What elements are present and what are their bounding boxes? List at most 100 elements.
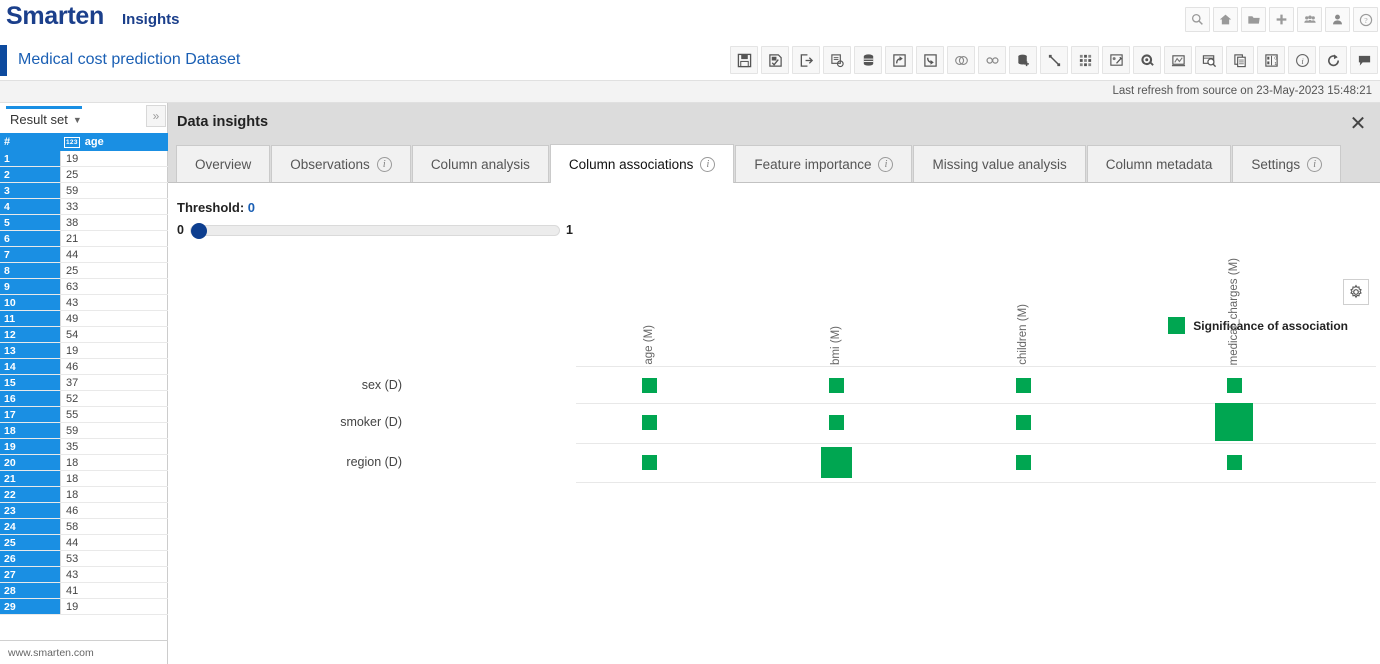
info-icon[interactable]: i — [376, 156, 392, 172]
save-as-icon[interactable] — [761, 46, 789, 74]
table-row[interactable]: 25 44 — [0, 535, 168, 551]
drill-down-icon[interactable] — [916, 46, 944, 74]
app-logo: Smarten — [6, 2, 104, 30]
print-preview-icon[interactable] — [823, 46, 851, 74]
tab-column-analysis[interactable]: Column analysis — [411, 145, 549, 182]
cell-age: 33 — [60, 199, 168, 214]
table-row[interactable]: 7 44 — [0, 247, 168, 263]
expand-panel-button[interactable]: » — [146, 105, 166, 127]
table-row[interactable]: 20 18 — [0, 455, 168, 471]
user-icon[interactable] — [1325, 7, 1350, 32]
table-row[interactable]: 10 43 — [0, 295, 168, 311]
table-row[interactable]: 18 59 — [0, 423, 168, 439]
copy-icon[interactable] — [1226, 46, 1254, 74]
tab-column-associations[interactable]: Column associations i — [549, 144, 735, 183]
table-row[interactable]: 16 52 — [0, 391, 168, 407]
info-icon[interactable]: i — [878, 156, 894, 172]
matrix-cell[interactable] — [1215, 403, 1253, 441]
matrix-cell[interactable] — [641, 377, 657, 393]
table-row[interactable]: 28 41 — [0, 583, 168, 599]
info-icon[interactable]: i — [1288, 46, 1316, 74]
matrix-cell[interactable] — [1015, 377, 1031, 393]
table-row[interactable]: 2 25 — [0, 167, 168, 183]
table-row[interactable]: 1 19 — [0, 151, 168, 167]
tab-column-metadata[interactable]: Column metadata — [1086, 145, 1232, 182]
help-icon[interactable]: ? — [1353, 7, 1378, 32]
inspect-data-icon[interactable] — [1195, 46, 1223, 74]
info-icon[interactable]: i — [700, 156, 716, 172]
column-header-age[interactable]: 123 age — [60, 133, 168, 151]
table-row[interactable]: 4 33 — [0, 199, 168, 215]
edit-chart-icon[interactable] — [1102, 46, 1130, 74]
chevron-down-icon: ▼ — [72, 114, 82, 125]
comment-icon[interactable] — [1350, 46, 1378, 74]
table-row[interactable]: 12 54 — [0, 327, 168, 343]
matrix-cell[interactable] — [1226, 454, 1242, 470]
home-icon[interactable] — [1213, 7, 1238, 32]
tab-overview[interactable]: Overview — [176, 145, 271, 182]
tab-feature-importance[interactable]: Feature importance i — [735, 145, 913, 182]
data-source-icon[interactable] — [854, 46, 882, 74]
add-dataset-icon[interactable] — [1009, 46, 1037, 74]
matrix-cell[interactable] — [828, 377, 844, 393]
save-icon[interactable] — [730, 46, 758, 74]
refresh-icon[interactable] — [1319, 46, 1347, 74]
dataset-title-bar: Medical cost prediction Dataset 01 i — [0, 40, 1380, 81]
export-icon[interactable] — [792, 46, 820, 74]
folder-icon[interactable] — [1241, 7, 1266, 32]
grid-icon[interactable] — [1071, 46, 1099, 74]
result-set-tab[interactable]: Result set ▼ — [6, 106, 82, 130]
tab-settings[interactable]: Settings i — [1232, 145, 1342, 182]
infinity-icon[interactable] — [978, 46, 1006, 74]
table-row[interactable]: 19 35 — [0, 439, 168, 455]
table-row[interactable]: 22 18 — [0, 487, 168, 503]
matrix-cell[interactable] — [828, 414, 844, 430]
tab-missing-value-analysis[interactable]: Missing value analysis — [913, 145, 1086, 182]
chart-image-icon[interactable] — [1164, 46, 1192, 74]
matrix-cell[interactable] — [820, 446, 852, 478]
cell-age: 25 — [60, 167, 168, 182]
settings-gear-icon[interactable] — [1133, 46, 1161, 74]
plus-icon[interactable] — [1269, 7, 1294, 32]
row-index: 22 — [0, 487, 60, 502]
table-row[interactable]: 17 55 — [0, 407, 168, 423]
tab-label: Overview — [195, 156, 252, 172]
table-row[interactable]: 6 21 — [0, 231, 168, 247]
table-row[interactable]: 24 58 — [0, 519, 168, 535]
table-row[interactable]: 5 38 — [0, 215, 168, 231]
search-icon[interactable] — [1185, 7, 1210, 32]
close-icon[interactable]: ✕ — [1346, 111, 1370, 135]
tab-observations[interactable]: Observations i — [271, 145, 411, 182]
tab-label: Column metadata — [1105, 156, 1213, 172]
matrix-gridline — [576, 403, 1376, 404]
matrix-column-label: medical_charges (M) — [1228, 257, 1240, 365]
matrix-cell[interactable] — [1015, 454, 1031, 470]
matrix-cell[interactable] — [641, 454, 657, 470]
table-row[interactable]: 27 43 — [0, 567, 168, 583]
matrix-cell[interactable] — [1226, 377, 1242, 393]
table-row[interactable]: 9 63 — [0, 279, 168, 295]
row-index: 19 — [0, 439, 60, 454]
info-icon[interactable]: i — [1307, 156, 1323, 172]
table-row[interactable]: 21 18 — [0, 471, 168, 487]
table-row[interactable]: 26 53 — [0, 551, 168, 567]
table-row[interactable]: 14 46 — [0, 359, 168, 375]
cell-age: 21 — [60, 231, 168, 246]
group-icon[interactable] — [1297, 7, 1322, 32]
cell-age: 49 — [60, 311, 168, 326]
matrix-cell[interactable] — [641, 414, 657, 430]
column-props-icon[interactable]: 01 — [1257, 46, 1285, 74]
table-row[interactable]: 11 49 — [0, 311, 168, 327]
table-row[interactable]: 15 37 — [0, 375, 168, 391]
table-row[interactable]: 13 19 — [0, 343, 168, 359]
drill-up-icon[interactable] — [885, 46, 913, 74]
table-row[interactable]: 29 19 — [0, 599, 168, 615]
link-icon[interactable] — [1040, 46, 1068, 74]
row-index: 25 — [0, 535, 60, 550]
overlap-icon[interactable] — [947, 46, 975, 74]
cell-age: 52 — [60, 391, 168, 406]
table-row[interactable]: 23 46 — [0, 503, 168, 519]
table-row[interactable]: 3 59 — [0, 183, 168, 199]
matrix-cell[interactable] — [1015, 414, 1031, 430]
table-row[interactable]: 8 25 — [0, 263, 168, 279]
